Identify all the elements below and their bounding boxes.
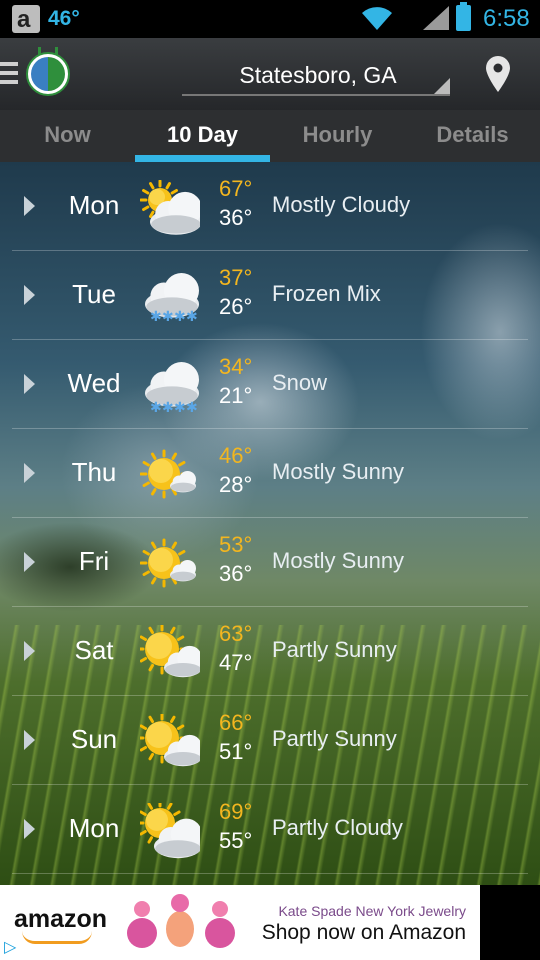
location-pin-icon[interactable] (486, 56, 510, 92)
forecast-list: Mon 67° 36° Mostly Cloudy Tue ✱ ✱ ✱ ✱ 37° 26° Froze… (12, 162, 528, 885)
forecast-low: 47° (219, 650, 253, 675)
forecast-content: Mon 67° 36° Mostly Cloudy Tue ✱ ✱ ✱ ✱ 37° 26° Froze… (0, 162, 540, 885)
partly-cloudy-icon (136, 799, 202, 859)
tab-hourly[interactable]: Hourly (270, 110, 405, 162)
snow-icon: ✱ ✱ ✱ ✱ (140, 358, 200, 416)
svg-text:✱: ✱ (162, 309, 174, 325)
svg-text:✱: ✱ (186, 309, 198, 325)
forecast-row[interactable]: Wed ✱ ✱ ✱ ✱ 34° 21° Snow (12, 340, 528, 429)
forecast-condition: Partly Cloudy (272, 815, 403, 840)
svg-text:✱: ✱ (162, 400, 174, 416)
battery-icon (456, 2, 471, 31)
forecast-high: 67° (219, 176, 253, 201)
amazon-smile-icon (22, 931, 92, 944)
forecast-low: 36° (219, 561, 253, 586)
notification-temperature: 46° (48, 7, 80, 30)
forecast-condition: Mostly Sunny (272, 459, 405, 484)
frozen-mix-icon: ✱ ✱ ✱ ✱ (140, 269, 200, 325)
mostly-sunny-icon (139, 536, 200, 590)
forecast-day: Sun (70, 724, 118, 754)
svg-text:✱: ✱ (174, 309, 186, 325)
svg-text:✱: ✱ (174, 400, 186, 416)
forecast-low: 55° (219, 828, 253, 853)
forecast-condition: Frozen Mix (272, 281, 381, 306)
tab-now[interactable]: Now (0, 110, 135, 162)
forecast-row[interactable]: Fri 53° 36° Mostly Sunny (12, 518, 528, 607)
forecast-condition: Snow (272, 370, 328, 395)
forecast-row[interactable]: Thu 46° 28° Mostly Sunny (12, 429, 528, 518)
location-selector[interactable]: Statesboro, GA (182, 56, 450, 96)
tab-bar: Now 10 Day Hourly Details (0, 110, 540, 162)
location-name: Statesboro, GA (239, 62, 397, 88)
forecast-row[interactable]: Tue ✱ ✱ ✱ ✱ 37° 26° Frozen Mix (12, 251, 528, 340)
jewelry-image (127, 894, 235, 948)
expand-arrow-icon[interactable] (24, 196, 35, 216)
forecast-low: 36° (219, 205, 253, 230)
forecast-day: Tue (72, 279, 116, 309)
forecast-low: 28° (219, 472, 253, 497)
expand-arrow-icon[interactable] (24, 730, 35, 750)
partly-sunny-icon (136, 623, 202, 679)
forecast-day: Thu (71, 457, 117, 487)
svg-text:✱: ✱ (186, 400, 198, 416)
forecast-condition: Partly Sunny (272, 637, 397, 662)
expand-arrow-icon[interactable] (24, 285, 35, 305)
forecast-row[interactable]: Mon 69° 55° Partly Cloudy (12, 785, 528, 874)
forecast-high: 53° (219, 532, 253, 557)
expand-arrow-icon[interactable] (24, 819, 35, 839)
expand-arrow-icon[interactable] (24, 641, 35, 661)
forecast-low: 51° (219, 739, 253, 764)
forecast-high: 46° (219, 443, 253, 468)
menu-icon[interactable] (0, 62, 18, 84)
forecast-day: Fri (78, 546, 110, 576)
forecast-row-partial (12, 874, 528, 885)
expand-arrow-icon[interactable] (24, 374, 35, 394)
wifi-icon (362, 7, 392, 30)
forecast-day: Sat (74, 635, 114, 665)
forecast-high: 69° (219, 799, 253, 824)
mostly-sunny-icon (139, 447, 200, 501)
forecast-condition: Mostly Sunny (272, 548, 405, 573)
forecast-low: 21° (219, 383, 253, 408)
forecast-condition: Partly Sunny (272, 726, 397, 751)
ad-side-area (480, 885, 540, 960)
status-bar: a 46° 6:58 (0, 0, 540, 38)
expand-arrow-icon[interactable] (24, 552, 35, 572)
forecast-condition: Mostly Cloudy (272, 192, 411, 217)
svg-text:✱: ✱ (150, 309, 162, 325)
forecast-row[interactable]: Sat 63° 47° Partly Sunny (12, 607, 528, 696)
status-time: 6:58 (483, 5, 530, 32)
amazon-logo: amazon (14, 905, 108, 933)
forecast-row[interactable]: Sun 66° 51° Partly Sunny (12, 696, 528, 785)
adchoices-icon[interactable]: ▷ (4, 937, 16, 957)
forecast-high: 63° (219, 621, 253, 646)
partly-sunny-icon (136, 712, 202, 768)
ad-banner[interactable]: amazon ▷ Kate Spade New York Jewelry Sho… (0, 885, 480, 960)
svg-text:✱: ✱ (150, 400, 162, 416)
forecast-high: 66° (219, 710, 253, 735)
tab-details[interactable]: Details (405, 110, 540, 162)
forecast-low: 26° (219, 294, 253, 319)
mostly-cloudy-icon (139, 179, 202, 235)
forecast-high: 37° (219, 265, 253, 290)
tab-10-day[interactable]: 10 Day (135, 110, 270, 162)
forecast-day: Mon (68, 190, 120, 220)
app-header: Statesboro, GA (0, 38, 540, 110)
forecast-day: Mon (68, 813, 120, 843)
ad-cta: Shop now on Amazon (261, 921, 466, 944)
dropdown-icon (434, 78, 450, 94)
ad-headline: Kate Spade New York Jewelry (278, 903, 466, 919)
forecast-day: Wed (67, 368, 121, 398)
forecast-row[interactable]: Mon 67° 36° Mostly Cloudy (12, 162, 528, 251)
app-logo[interactable] (26, 47, 70, 96)
forecast-high: 34° (219, 354, 253, 379)
expand-arrow-icon[interactable] (24, 463, 35, 483)
amazon-notification-icon: a (12, 5, 40, 33)
signal-icon (423, 6, 449, 30)
